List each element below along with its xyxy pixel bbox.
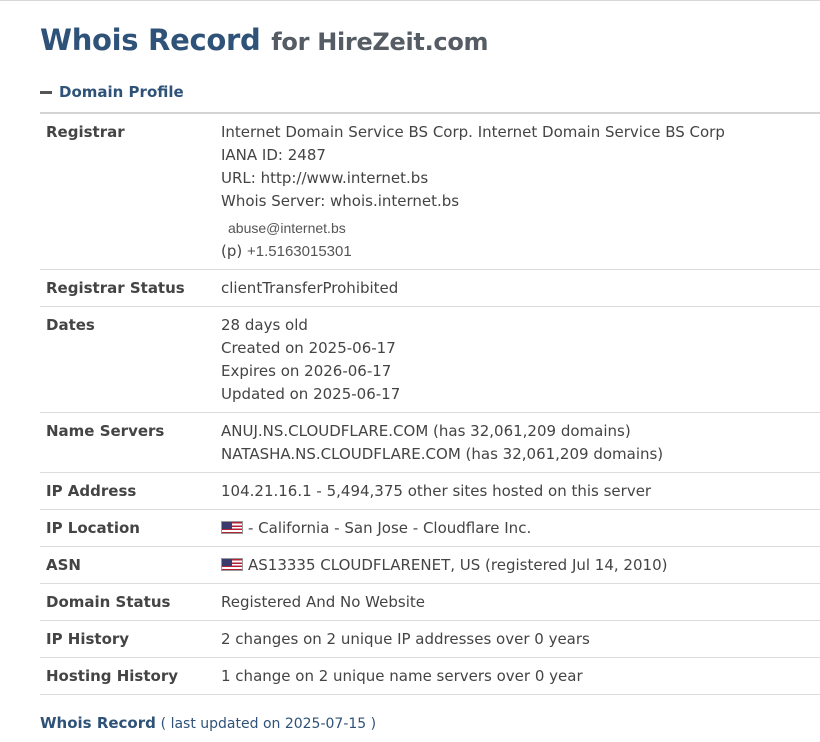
- registrar-name: Internet Domain Service BS Corp. Interne…: [221, 123, 725, 141]
- domain-profile-toggle[interactable]: Domain Profile: [40, 83, 184, 101]
- dates-label: Dates: [40, 306, 209, 413]
- dates-value: 28 days old Created on 2025-06-17 Expire…: [209, 306, 820, 413]
- phone-number: +1.5163015301: [247, 243, 352, 260]
- expires-date: Expires on 2026-06-17: [221, 362, 392, 380]
- registrar-status-label: Registrar Status: [40, 269, 209, 307]
- domain-status-label: Domain Status: [40, 583, 209, 621]
- last-updated-text: ( last updated on 2025-07-15 ): [160, 716, 377, 732]
- name-server-2: NATASHA.NS.CLOUDFLARE.COM (has 32,061,20…: [221, 445, 664, 463]
- us-flag-icon: [221, 558, 243, 571]
- registrar-whois-server: Whois Server: whois.internet.bs: [221, 192, 460, 210]
- table-row: IP History 2 changes on 2 unique IP addr…: [40, 620, 820, 658]
- registrar-iana: IANA ID: 2487: [221, 146, 326, 164]
- top-divider: [0, 0, 820, 1]
- table-row: Dates 28 days old Created on 2025-06-17 …: [40, 306, 820, 413]
- asn-cell: AS13335 CLOUDFLARENET, US (registered Ju…: [209, 546, 820, 584]
- domain-status-value: Registered And No Website: [209, 583, 820, 621]
- hosting-history-value: 1 change on 2 unique name servers over 0…: [209, 657, 820, 695]
- table-row: Registrar Internet Domain Service BS Cor…: [40, 113, 820, 270]
- whois-record-footer: Whois Record ( last updated on 2025-07-1…: [40, 714, 376, 732]
- table-row: Name Servers ANUJ.NS.CLOUDFLARE.COM (has…: [40, 412, 820, 473]
- page-title: Whois Record for HireZeit.com: [40, 20, 489, 58]
- name-server-1: ANUJ.NS.CLOUDFLARE.COM (has 32,061,209 d…: [221, 422, 631, 440]
- us-flag-icon: [221, 521, 243, 534]
- table-row: ASN AS13335 CLOUDFLARENET, US (registere…: [40, 546, 820, 584]
- table-row: IP Location - California - San Jose - Cl…: [40, 509, 820, 547]
- registrar-status-value: clientTransferProhibited: [209, 269, 820, 307]
- registrar-value: Internet Domain Service BS Corp. Interne…: [209, 113, 820, 270]
- page-title-domain: for HireZeit.com: [271, 28, 489, 56]
- ip-location-value: - California - San Jose - Cloudflare Inc…: [248, 519, 532, 537]
- name-servers-label: Name Servers: [40, 412, 209, 473]
- registrar-url: URL: http://www.internet.bs: [221, 169, 429, 187]
- asn-value: AS13335 CLOUDFLARENET, US (registered Ju…: [248, 556, 668, 574]
- phone-prefix: (p): [221, 242, 243, 260]
- page-title-main: Whois Record: [40, 23, 261, 57]
- domain-age: 28 days old: [221, 316, 308, 334]
- table-row: IP Address 104.21.16.1 - 5,494,375 other…: [40, 472, 820, 510]
- registrar-phone: (p) +1.5163015301: [221, 240, 814, 263]
- ip-history-value: 2 changes on 2 unique IP addresses over …: [209, 620, 820, 658]
- ip-history-label: IP History: [40, 620, 209, 658]
- ip-location-cell: - California - San Jose - Cloudflare Inc…: [209, 509, 820, 547]
- collapse-minus-icon: [40, 90, 52, 94]
- table-row: Hosting History 1 change on 2 unique nam…: [40, 657, 820, 695]
- ip-address-label: IP Address: [40, 472, 209, 510]
- table-row: Registrar Status clientTransferProhibite…: [40, 269, 820, 307]
- updated-date: Updated on 2025-06-17: [221, 385, 401, 403]
- ip-address-value: 104.21.16.1 - 5,494,375 other sites host…: [209, 472, 820, 510]
- domain-profile-table: Registrar Internet Domain Service BS Cor…: [40, 112, 820, 695]
- whois-record-link[interactable]: Whois Record: [40, 714, 156, 732]
- ip-location-label: IP Location: [40, 509, 209, 547]
- registrar-label: Registrar: [40, 113, 209, 270]
- table-row: Domain Status Registered And No Website: [40, 583, 820, 621]
- name-servers-value: ANUJ.NS.CLOUDFLARE.COM (has 32,061,209 d…: [209, 412, 820, 473]
- domain-profile-label: Domain Profile: [59, 83, 184, 101]
- hosting-history-label: Hosting History: [40, 657, 209, 695]
- asn-label: ASN: [40, 546, 209, 584]
- registrar-abuse-email: abuse@internet.bs: [228, 220, 346, 236]
- created-date: Created on 2025-06-17: [221, 339, 396, 357]
